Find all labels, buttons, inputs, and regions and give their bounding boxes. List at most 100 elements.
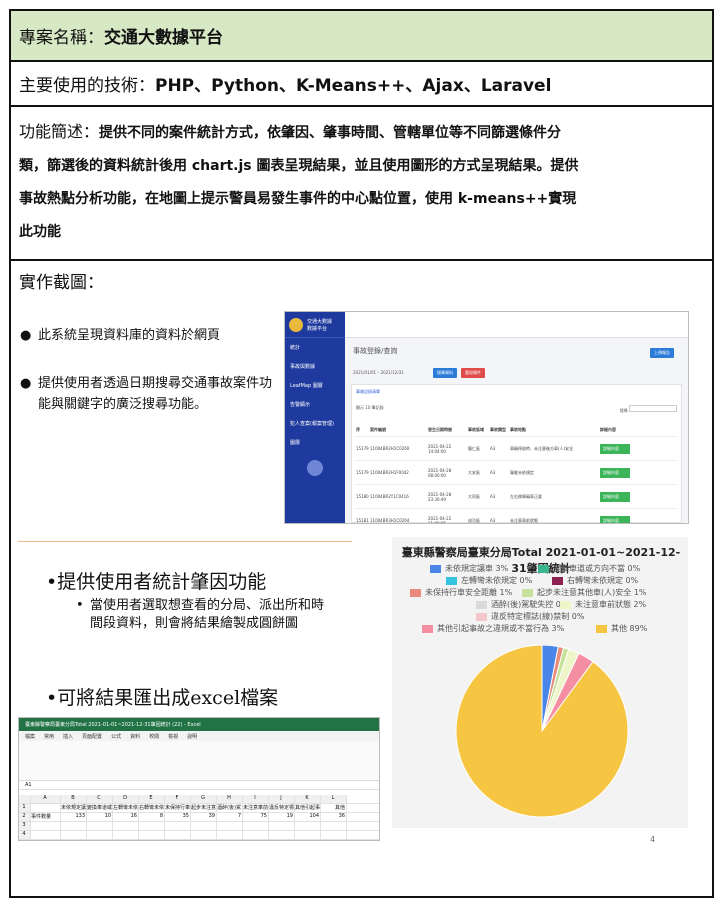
date-from[interactable]: 2021/01/01 (353, 370, 376, 375)
excel-cell[interactable] (243, 822, 269, 830)
excel-menu-item[interactable]: 頁面配置 (82, 733, 102, 740)
excel-cell[interactable]: C (87, 795, 113, 803)
excel-cell[interactable] (269, 822, 295, 830)
excel-cell[interactable]: 其他 (321, 804, 347, 812)
excel-cell[interactable]: 7 (217, 813, 243, 821)
excel-cell[interactable]: 未依規定讓 (61, 804, 87, 812)
excel-cell[interactable]: F (165, 795, 191, 803)
excel-cell[interactable] (87, 831, 113, 839)
excel-menu-item[interactable]: 資料 (130, 733, 140, 740)
excel-cell[interactable]: 75 (243, 813, 269, 821)
sidebar-item[interactable]: LeafMap 圖層 (285, 376, 345, 395)
excel-cell[interactable] (113, 822, 139, 830)
excel-cell[interactable]: L (321, 795, 347, 803)
excel-cell[interactable]: 事件數量 (31, 813, 61, 821)
date-range[interactable]: 2021/01/01 – 2021/12/31 (353, 370, 404, 375)
excel-cell[interactable]: 16 (113, 813, 139, 821)
excel-cell[interactable] (31, 804, 61, 812)
excel-menu-item[interactable]: 檢視 (168, 733, 178, 740)
search-button[interactable]: 搜尋資料 (433, 368, 457, 378)
excel-cell[interactable]: 起步未注意 (191, 804, 217, 812)
excel-cell[interactable]: 10 (87, 813, 113, 821)
filter-box[interactable]: 搜尋 (620, 405, 677, 414)
excel-cell[interactable] (295, 822, 321, 830)
excel-cell[interactable] (139, 831, 165, 839)
excel-cell[interactable]: 右轉彎未依 (139, 804, 165, 812)
excel-row-number[interactable]: 3 (19, 822, 31, 830)
excel-cell[interactable]: 變換車道或 (87, 804, 113, 812)
excel-cell[interactable] (165, 822, 191, 830)
excel-cell[interactable] (61, 831, 87, 839)
sidebar-item[interactable]: 告警顯示 (285, 395, 345, 414)
excel-cell[interactable]: 違反特定標 (269, 804, 295, 812)
excel-cell[interactable] (295, 831, 321, 839)
excel-menu-item[interactable]: 說明 (187, 733, 197, 740)
excel-cell[interactable]: 未保持行車 (165, 804, 191, 812)
excel-cell[interactable] (165, 831, 191, 839)
filter-input[interactable] (629, 405, 677, 412)
excel-cell[interactable] (217, 831, 243, 839)
sidebar-item[interactable]: 圖層 (285, 433, 345, 452)
excel-menu-item[interactable]: 校閱 (149, 733, 159, 740)
excel-row-number[interactable]: 4 (19, 831, 31, 839)
excel-cell[interactable] (191, 822, 217, 830)
excel-cell[interactable] (321, 822, 347, 830)
excel-cell[interactable]: 其他引起事 (295, 804, 321, 812)
excel-cell[interactable]: K (295, 795, 321, 803)
excel-cell[interactable]: D (113, 795, 139, 803)
sidebar-item[interactable]: 事故與數據 (285, 357, 345, 376)
reset-button[interactable]: 重設條件 (461, 368, 485, 378)
excel-cell[interactable] (31, 822, 61, 830)
excel-cell[interactable] (191, 831, 217, 839)
excel-row-number[interactable]: 2 (19, 813, 31, 821)
detail-button[interactable]: 詳細內容 (600, 491, 630, 502)
collapse-icon[interactable] (307, 460, 323, 476)
excel-cell[interactable]: A (31, 795, 61, 803)
excel-cell[interactable]: E (139, 795, 165, 803)
excel-cell[interactable]: 36 (321, 813, 347, 821)
tech-label: 主要使用的技術： (19, 76, 155, 96)
excel-cell[interactable] (87, 822, 113, 830)
excel-menu-item[interactable]: 常用 (44, 733, 54, 740)
records-table: 序案件編號 發生日期時間 事故區域 事故類型 事故地點 詳細內容 15179 11004BR2… (356, 423, 677, 523)
excel-cell[interactable]: 104 (295, 813, 321, 821)
table-row: 15179 11004BR2H1C0260 2021-04-22 14:04:00 龍… (356, 437, 677, 461)
sidebar-item[interactable]: 統計 (285, 338, 345, 357)
excel-row-number[interactable] (19, 795, 31, 803)
excel-cell[interactable]: G (191, 795, 217, 803)
detail-button[interactable]: 詳細內容 (600, 443, 630, 454)
excel-cell[interactable]: I (243, 795, 269, 803)
excel-menu-item[interactable]: 檔案 (25, 733, 35, 740)
detail-button[interactable]: 詳細內容 (600, 467, 630, 478)
excel-cell[interactable]: 35 (165, 813, 191, 821)
upload-button[interactable]: 上傳報告 (650, 348, 674, 358)
excel-row-number[interactable]: 1 (19, 804, 31, 812)
table-cell: 大同區 (468, 493, 480, 499)
length-select[interactable]: 顯示 10 筆記錄 (356, 405, 384, 411)
excel-cell[interactable]: H (217, 795, 243, 803)
excel-cell[interactable] (269, 831, 295, 839)
sidebar-item[interactable]: 犯人查案(報案管理) (285, 414, 345, 433)
excel-cell[interactable] (217, 822, 243, 830)
cell-ref[interactable]: A1 (25, 782, 32, 788)
excel-menu-item[interactable]: 公式 (111, 733, 121, 740)
excel-cell[interactable] (321, 831, 347, 839)
excel-menu-item[interactable]: 插入 (63, 733, 73, 740)
excel-cell[interactable]: B (61, 795, 87, 803)
excel-cell[interactable]: 133 (61, 813, 87, 821)
excel-cell[interactable]: 酒醉(後)駕 (217, 804, 243, 812)
excel-cell[interactable] (113, 831, 139, 839)
excel-cell[interactable]: 左轉彎未依 (113, 804, 139, 812)
excel-cell[interactable]: 8 (139, 813, 165, 821)
excel-cell[interactable] (31, 831, 61, 839)
excel-cell[interactable]: 39 (191, 813, 217, 821)
excel-cell[interactable] (243, 831, 269, 839)
excel-cell[interactable]: J (269, 795, 295, 803)
show-count[interactable]: 10 (365, 405, 370, 410)
excel-cell[interactable] (139, 822, 165, 830)
date-to[interactable]: 2021/12/31 (381, 370, 404, 375)
excel-cell[interactable]: 19 (269, 813, 295, 821)
excel-cell[interactable] (61, 822, 87, 830)
detail-button[interactable]: 詳細內容 (600, 515, 630, 523)
excel-cell[interactable]: 未注意車前 (243, 804, 269, 812)
